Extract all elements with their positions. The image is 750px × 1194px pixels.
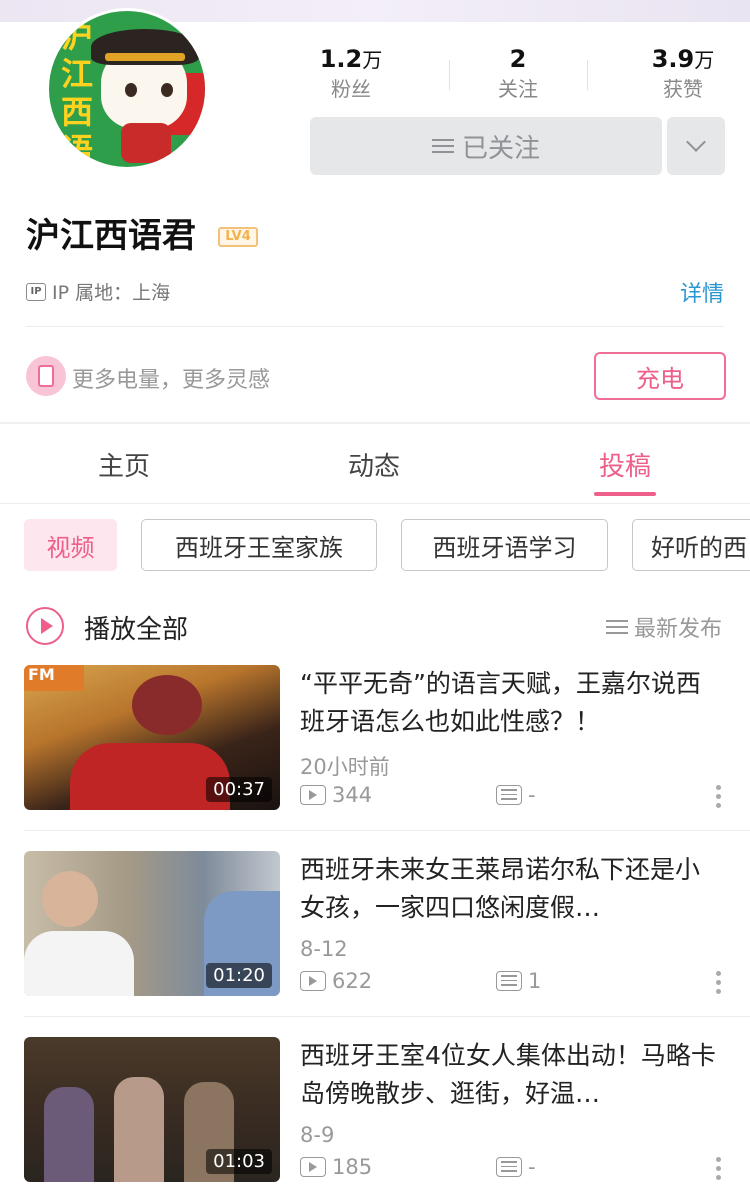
tab-home[interactable]: 主页 xyxy=(44,446,204,483)
tab-bar-border xyxy=(0,503,750,504)
stat-fans[interactable]: 1.2万 粉丝 xyxy=(296,44,406,103)
divider xyxy=(24,830,750,831)
menu-icon xyxy=(431,135,454,157)
play-count-icon xyxy=(300,785,326,805)
video-play-count: 185 xyxy=(300,1155,372,1179)
more-options-icon[interactable] xyxy=(716,971,722,998)
video-thumbnail[interactable]: 01:20 xyxy=(24,851,280,996)
avatar-eye-right xyxy=(161,83,173,97)
thumbnail-beanie xyxy=(132,675,202,735)
video-thumbnail[interactable]: FM 00:37 xyxy=(24,665,280,810)
avatar-eye-left xyxy=(125,83,137,97)
ip-location: IP IP 属地：上海 xyxy=(26,278,170,305)
avatar-logo-text: 沪江西语 xyxy=(61,17,94,169)
thumbnail-person-head xyxy=(42,871,98,927)
stat-likes[interactable]: 3.9万 获赞 xyxy=(628,44,738,103)
divider xyxy=(24,1016,750,1017)
more-options-icon[interactable] xyxy=(716,1157,722,1184)
video-thumbnail[interactable]: 01:03 xyxy=(24,1037,280,1182)
video-duration: 01:03 xyxy=(206,1149,272,1174)
avatar-body xyxy=(121,123,171,163)
stat-divider xyxy=(449,60,450,90)
stat-fans-number: 1.2万 xyxy=(319,45,383,73)
sort-label: 最新发布 xyxy=(633,617,722,642)
followed-button-label: 已关注 xyxy=(461,133,540,164)
danmaku-count-value: 1 xyxy=(528,969,542,993)
video-title[interactable]: 西班牙王室4位女人集体出动！马略卡岛傍晚散步、逛街，好温… xyxy=(300,1037,720,1113)
sort-list-icon xyxy=(605,616,628,638)
play-count-value: 344 xyxy=(332,783,373,807)
avatar-hat-band xyxy=(105,53,185,61)
stat-following-label: 关注 xyxy=(498,77,538,101)
username: 沪江西语君 xyxy=(26,216,196,256)
stat-following-number: 2 xyxy=(509,45,527,73)
play-count-icon xyxy=(300,1157,326,1177)
chevron-down-icon xyxy=(686,132,706,152)
video-play-count: 344 xyxy=(300,783,372,807)
video-duration: 00:37 xyxy=(206,777,272,802)
detail-link[interactable]: 详情 xyxy=(680,276,724,308)
video-play-count: 622 xyxy=(300,969,372,993)
video-title[interactable]: “平平无奇”的语言天赋，王嘉尔说西班牙语怎么也如此性感？！ xyxy=(300,665,720,741)
play-all-icon[interactable] xyxy=(26,607,64,645)
tab-submissions[interactable]: 投稿 xyxy=(545,446,705,483)
video-time: 8-12 xyxy=(300,937,348,961)
chip-video[interactable]: 视频 xyxy=(24,519,117,571)
divider xyxy=(26,326,724,327)
video-item[interactable]: 01:03 西班牙王室4位女人集体出动！马略卡岛傍晚散步、逛街，好温… 8-9 … xyxy=(0,1037,750,1194)
video-item[interactable]: FM 00:37 “平平无奇”的语言天赋，王嘉尔说西班牙语怎么也如此性感？！ 2… xyxy=(0,665,750,851)
thumbnail-white-shirt xyxy=(24,931,134,996)
chip-spanish-learning[interactable]: 西班牙语学习 xyxy=(401,519,608,571)
more-dropdown-button[interactable] xyxy=(667,117,725,175)
video-duration: 01:20 xyxy=(206,963,272,988)
thumbnail-figure xyxy=(44,1087,94,1182)
danmaku-count-value: - xyxy=(528,783,536,807)
level-badge: LV4 xyxy=(218,227,258,247)
danmaku-count-value: - xyxy=(528,1155,536,1179)
chip-spanish-royal-family[interactable]: 西班牙王室家族 xyxy=(141,519,377,571)
more-options-icon[interactable] xyxy=(716,785,722,812)
play-count-value: 622 xyxy=(332,969,373,993)
ip-icon: IP xyxy=(26,282,46,301)
charge-button[interactable]: 充电 xyxy=(594,352,726,400)
video-item[interactable]: 01:20 西班牙未来女王莱昂诺尔私下还是小女孩，一家四口悠闲度假… 8-12 … xyxy=(0,851,750,1037)
section-divider xyxy=(0,422,750,424)
stat-following[interactable]: 2 关注 xyxy=(463,44,573,103)
tab-dynamics[interactable]: 动态 xyxy=(294,446,454,483)
followed-button[interactable]: 已关注 xyxy=(310,117,662,175)
avatar[interactable]: 沪江西语 xyxy=(46,8,208,170)
video-danmaku-count: - xyxy=(496,783,536,807)
stat-fans-label: 粉丝 xyxy=(331,77,371,101)
video-danmaku-count: 1 xyxy=(496,969,541,993)
ip-location-label: IP 属地：上海 xyxy=(52,282,171,304)
danmaku-icon xyxy=(496,785,522,805)
play-all-button[interactable]: 播放全部 xyxy=(84,609,188,646)
thumbnail-fm-logo: FM xyxy=(24,665,84,691)
video-title[interactable]: 西班牙未来女王莱昂诺尔私下还是小女孩，一家四口悠闲度假… xyxy=(300,851,720,927)
danmaku-icon xyxy=(496,1157,522,1177)
play-count-icon xyxy=(300,971,326,991)
charge-prompt: 更多电量，更多灵感 xyxy=(72,368,271,393)
sort-button[interactable]: 最新发布 xyxy=(605,611,722,643)
video-danmaku-count: - xyxy=(496,1155,536,1179)
battery-icon xyxy=(26,356,66,396)
play-count-value: 185 xyxy=(332,1155,373,1179)
thumbnail-figure xyxy=(114,1077,164,1182)
chip-nice-spanish[interactable]: 好听的西 xyxy=(632,519,750,571)
stat-likes-number: 3.9万 xyxy=(651,45,715,73)
tab-active-indicator xyxy=(594,492,656,496)
stat-divider xyxy=(587,60,588,90)
video-time: 20小时前 xyxy=(300,755,390,779)
stat-likes-label: 获赞 xyxy=(663,77,703,101)
danmaku-icon xyxy=(496,971,522,991)
video-time: 8-9 xyxy=(300,1123,335,1147)
